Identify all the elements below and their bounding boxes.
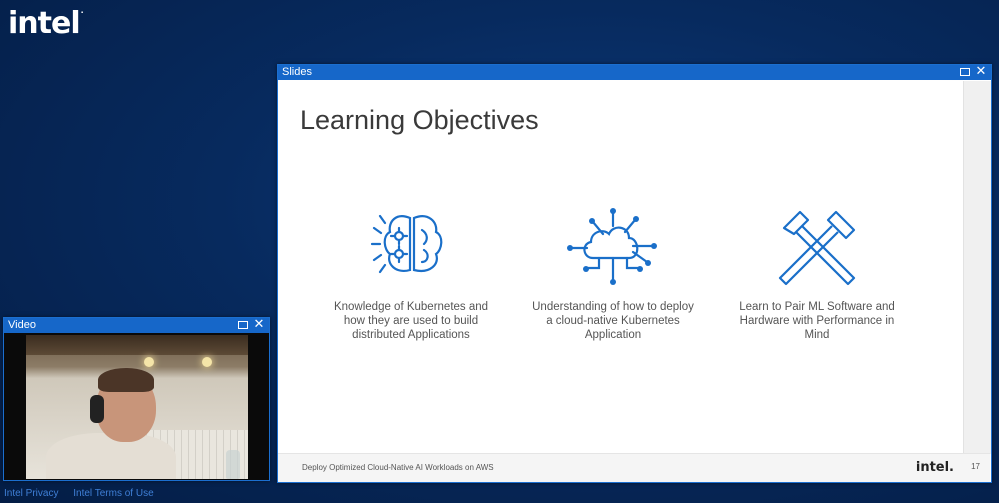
lamp: [144, 357, 154, 367]
maximize-icon: [238, 321, 248, 329]
ceiling-beam: [26, 335, 248, 355]
slides-title-bar[interactable]: Slides ✕: [278, 65, 991, 80]
maximize-icon: [960, 68, 970, 76]
slide-footer: Deploy Optimized Cloud-Native AI Workloa…: [278, 453, 990, 482]
footer-intel-logo: intel.: [915, 460, 954, 475]
slides-window-title: Slides: [282, 66, 312, 78]
intel-logo: intel.: [8, 6, 84, 41]
cloud-network-icon: [567, 208, 657, 285]
objective-2: Understanding of how to deploy a cloud-n…: [528, 206, 698, 342]
hammers-icon: [778, 210, 856, 286]
objective-1: Knowledge of Kubernetes and how they are…: [326, 206, 496, 342]
objective-3: Learn to Pair ML Software and Hardware w…: [732, 206, 902, 342]
objective-text: Learn to Pair ML Software and Hardware w…: [739, 301, 895, 341]
slide-canvas: Learning Objectives Knowledge of Kuberne…: [278, 81, 963, 481]
maximize-button[interactable]: [237, 319, 249, 331]
footer-text: Deploy Optimized Cloud-Native AI Workloa…: [302, 463, 494, 472]
headphone-icon: [90, 395, 104, 423]
video-window-title: Video: [8, 319, 36, 331]
close-icon: ✕: [975, 64, 987, 79]
privacy-link[interactable]: Intel Privacy: [4, 488, 58, 499]
close-button[interactable]: ✕: [975, 64, 987, 79]
page-number: 17: [971, 462, 980, 471]
video-feed: [26, 335, 248, 479]
video-title-bar[interactable]: Video ✕: [4, 318, 269, 333]
terms-link[interactable]: Intel Terms of Use: [73, 488, 153, 499]
slide-title: Learning Objectives: [300, 105, 539, 135]
objective-text: Understanding of how to deploy a cloud-n…: [532, 301, 694, 341]
objective-text: Knowledge of Kubernetes and how they are…: [333, 301, 489, 341]
slides-window[interactable]: Slides ✕ Learning Objectives Knowledge o…: [277, 64, 992, 483]
brain-gears-icon: [370, 214, 443, 274]
bottle: [226, 450, 240, 479]
slide-scrollbar[interactable]: [963, 81, 991, 454]
video-window[interactable]: Video ✕: [3, 317, 270, 481]
maximize-button[interactable]: [959, 66, 971, 78]
footer-links: Intel Privacy Intel Terms of Use: [4, 488, 166, 499]
presenter-body: [46, 433, 176, 479]
presenter-hair: [98, 368, 154, 392]
close-icon: ✕: [253, 317, 265, 332]
close-button[interactable]: ✕: [253, 317, 265, 332]
lamp: [202, 357, 212, 367]
